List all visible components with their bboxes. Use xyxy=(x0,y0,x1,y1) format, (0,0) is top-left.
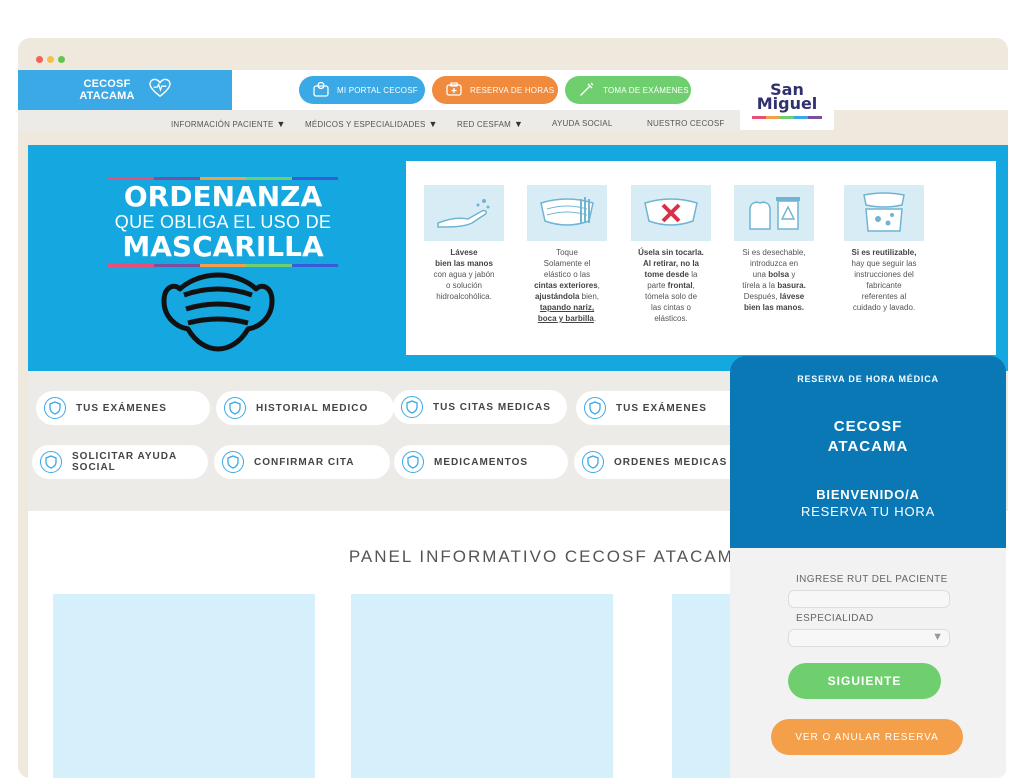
shield-icon xyxy=(44,397,66,419)
quick-link-tus-examenes[interactable]: TUS EXÁMENES xyxy=(36,391,210,425)
nav-medicos-especialidades[interactable]: MÉDICOS Y ESPECIALIDADES ▼ xyxy=(305,119,438,129)
close-dot-icon[interactable] xyxy=(36,56,43,63)
quick-link-tus-citas-medicas[interactable]: TUS CITAS MEDICAS xyxy=(393,390,567,424)
info-card[interactable] xyxy=(53,594,315,778)
ordenanza-line1: ORDENANZA xyxy=(123,180,323,213)
user-id-icon xyxy=(313,81,329,99)
syringe-icon xyxy=(579,81,595,99)
hand-wash-icon xyxy=(424,185,504,241)
shield-icon xyxy=(582,451,604,473)
title-stripe xyxy=(108,264,338,267)
instruction-step: Si es reutilizable, hay que seguir las ins… xyxy=(836,185,932,313)
instruction-step: Úsela sin tocarla. Al retirar, no la tome … xyxy=(623,185,719,324)
instruction-step: Lávese bien las manos con agua y jabón o so… xyxy=(416,185,512,302)
rut-label: INGRESE RUT DEL PACIENTE xyxy=(796,574,948,585)
booking-title: RESERVA DE HORA MÉDICA xyxy=(797,374,939,384)
trash-bin-icon xyxy=(734,185,814,241)
next-button[interactable]: SIGUIENTE xyxy=(788,663,941,699)
brand-block[interactable]: CECOSF ATACAMA xyxy=(18,70,232,110)
reserva-horas-label: RESERVA DE HORAS xyxy=(470,85,555,95)
specialty-select[interactable]: ▼ xyxy=(788,629,950,647)
nav-ayuda-social[interactable]: AYUDA SOCIAL xyxy=(552,119,613,128)
instruction-step: Si es desechable, introduzca en una bolsa … xyxy=(726,185,822,313)
toma-examenes-button[interactable]: TOMA DE EXÁMENES xyxy=(565,76,691,104)
mask-wash-icon xyxy=(844,185,924,241)
quick-link-ordenes-medicas[interactable]: ORDENES MEDICAS xyxy=(574,445,752,479)
mask-hand-icon xyxy=(527,185,607,241)
mask-instructions-box: Lávese bien las manos con agua y jabón o so… xyxy=(406,161,996,355)
caret-down-icon: ▼ xyxy=(932,631,943,643)
ordenanza-title: ORDENANZA QUE OBLIGA EL USO DE MASCARILL… xyxy=(108,177,338,267)
reserva-horas-button[interactable]: RESERVA DE HORAS xyxy=(432,76,558,104)
mascarilla-banner: ORDENANZA QUE OBLIGA EL USO DE MASCARILL… xyxy=(28,145,1008,371)
shield-icon xyxy=(224,397,246,419)
shield-icon xyxy=(402,451,424,473)
heart-pulse-icon xyxy=(148,78,171,103)
booking-widget: RESERVA DE HORA MÉDICA CECOSF ATACAMA BI… xyxy=(730,356,1006,778)
booking-form: INGRESE RUT DEL PACIENTE ESPECIALIDAD ▼ … xyxy=(730,548,1006,778)
instruction-step: Toque Solamente el elástico o las cintas ex… xyxy=(519,185,615,324)
browser-frame: CECOSF ATACAMA MI PORTAL CECOSF RESERVA … xyxy=(18,38,1008,778)
rut-input[interactable] xyxy=(788,590,950,608)
shield-icon xyxy=(222,451,244,473)
medical-kit-icon xyxy=(446,82,462,98)
quick-link-confirmar-cita[interactable]: CONFIRMAR CITA xyxy=(214,445,390,479)
logo-stripes xyxy=(752,116,822,119)
view-cancel-reservation-button[interactable]: VER O ANULAR RESERVA xyxy=(771,719,963,755)
step-text: Lávese bien las manos con agua y jabón o so… xyxy=(433,248,495,301)
ordenanza-line3: MASCARILLA xyxy=(122,230,324,263)
caret-down-icon: ▼ xyxy=(514,119,524,129)
step-text: Úsela sin tocarla. Al retirar, no la tome … xyxy=(638,248,704,323)
logo-text: San Miguel xyxy=(756,80,818,113)
shield-icon xyxy=(584,397,606,419)
shield-icon xyxy=(40,451,62,473)
booking-welcome: BIENVENIDO/A xyxy=(816,487,920,502)
booking-subtitle: RESERVA TU HORA xyxy=(800,504,936,519)
minimize-dot-icon[interactable] xyxy=(47,56,54,63)
step-text: Si es desechable, introduzca en una bolsa … xyxy=(742,248,806,312)
mask-no-touch-icon xyxy=(631,185,711,241)
portal-button[interactable]: MI PORTAL CECOSF xyxy=(299,76,425,104)
caret-down-icon: ▼ xyxy=(276,119,286,129)
quick-link-medicamentos[interactable]: MEDICAMENTOS xyxy=(394,445,568,479)
ordenanza-line2: QUE OBLIGA EL USO DE xyxy=(114,212,332,232)
window-controls xyxy=(36,56,65,63)
shield-icon xyxy=(401,396,423,418)
info-card[interactable] xyxy=(351,594,613,778)
step-text: Si es reutilizable, hay que seguir las ins… xyxy=(851,248,917,312)
nav-red-cesfam[interactable]: RED CESFAM ▼ xyxy=(457,119,523,129)
nav-nuestro-cecosf[interactable]: NUESTRO CECOSF xyxy=(647,119,724,128)
face-mask-icon xyxy=(160,269,276,360)
quick-link-solicitar-ayuda-social[interactable]: SOLICITAR AYUDA SOCIAL xyxy=(32,445,208,479)
booking-header: RESERVA DE HORA MÉDICA CECOSF ATACAMA BI… xyxy=(730,356,1006,548)
portal-button-label: MI PORTAL CECOSF xyxy=(337,85,418,95)
quick-link-historial-medico[interactable]: HISTORIAL MEDICO xyxy=(216,391,394,425)
step-text: Toque Solamente el elástico o las cintas ex… xyxy=(534,248,600,323)
specialty-label: ESPECIALIDAD xyxy=(796,613,874,624)
quick-link-tus-examenes-2[interactable]: TUS EXÁMENES xyxy=(576,391,750,425)
nav-informacion-paciente[interactable]: INFORMACIÓN PACIENTE ▼ xyxy=(171,119,286,129)
caret-down-icon: ▼ xyxy=(428,119,438,129)
san-miguel-logo[interactable]: San Miguel xyxy=(740,72,834,130)
brand-name: CECOSF ATACAMA xyxy=(79,78,135,102)
maximize-dot-icon[interactable] xyxy=(58,56,65,63)
booking-center-name: CECOSF ATACAMA xyxy=(827,418,909,455)
toma-examenes-label: TOMA DE EXÁMENES xyxy=(603,85,689,95)
